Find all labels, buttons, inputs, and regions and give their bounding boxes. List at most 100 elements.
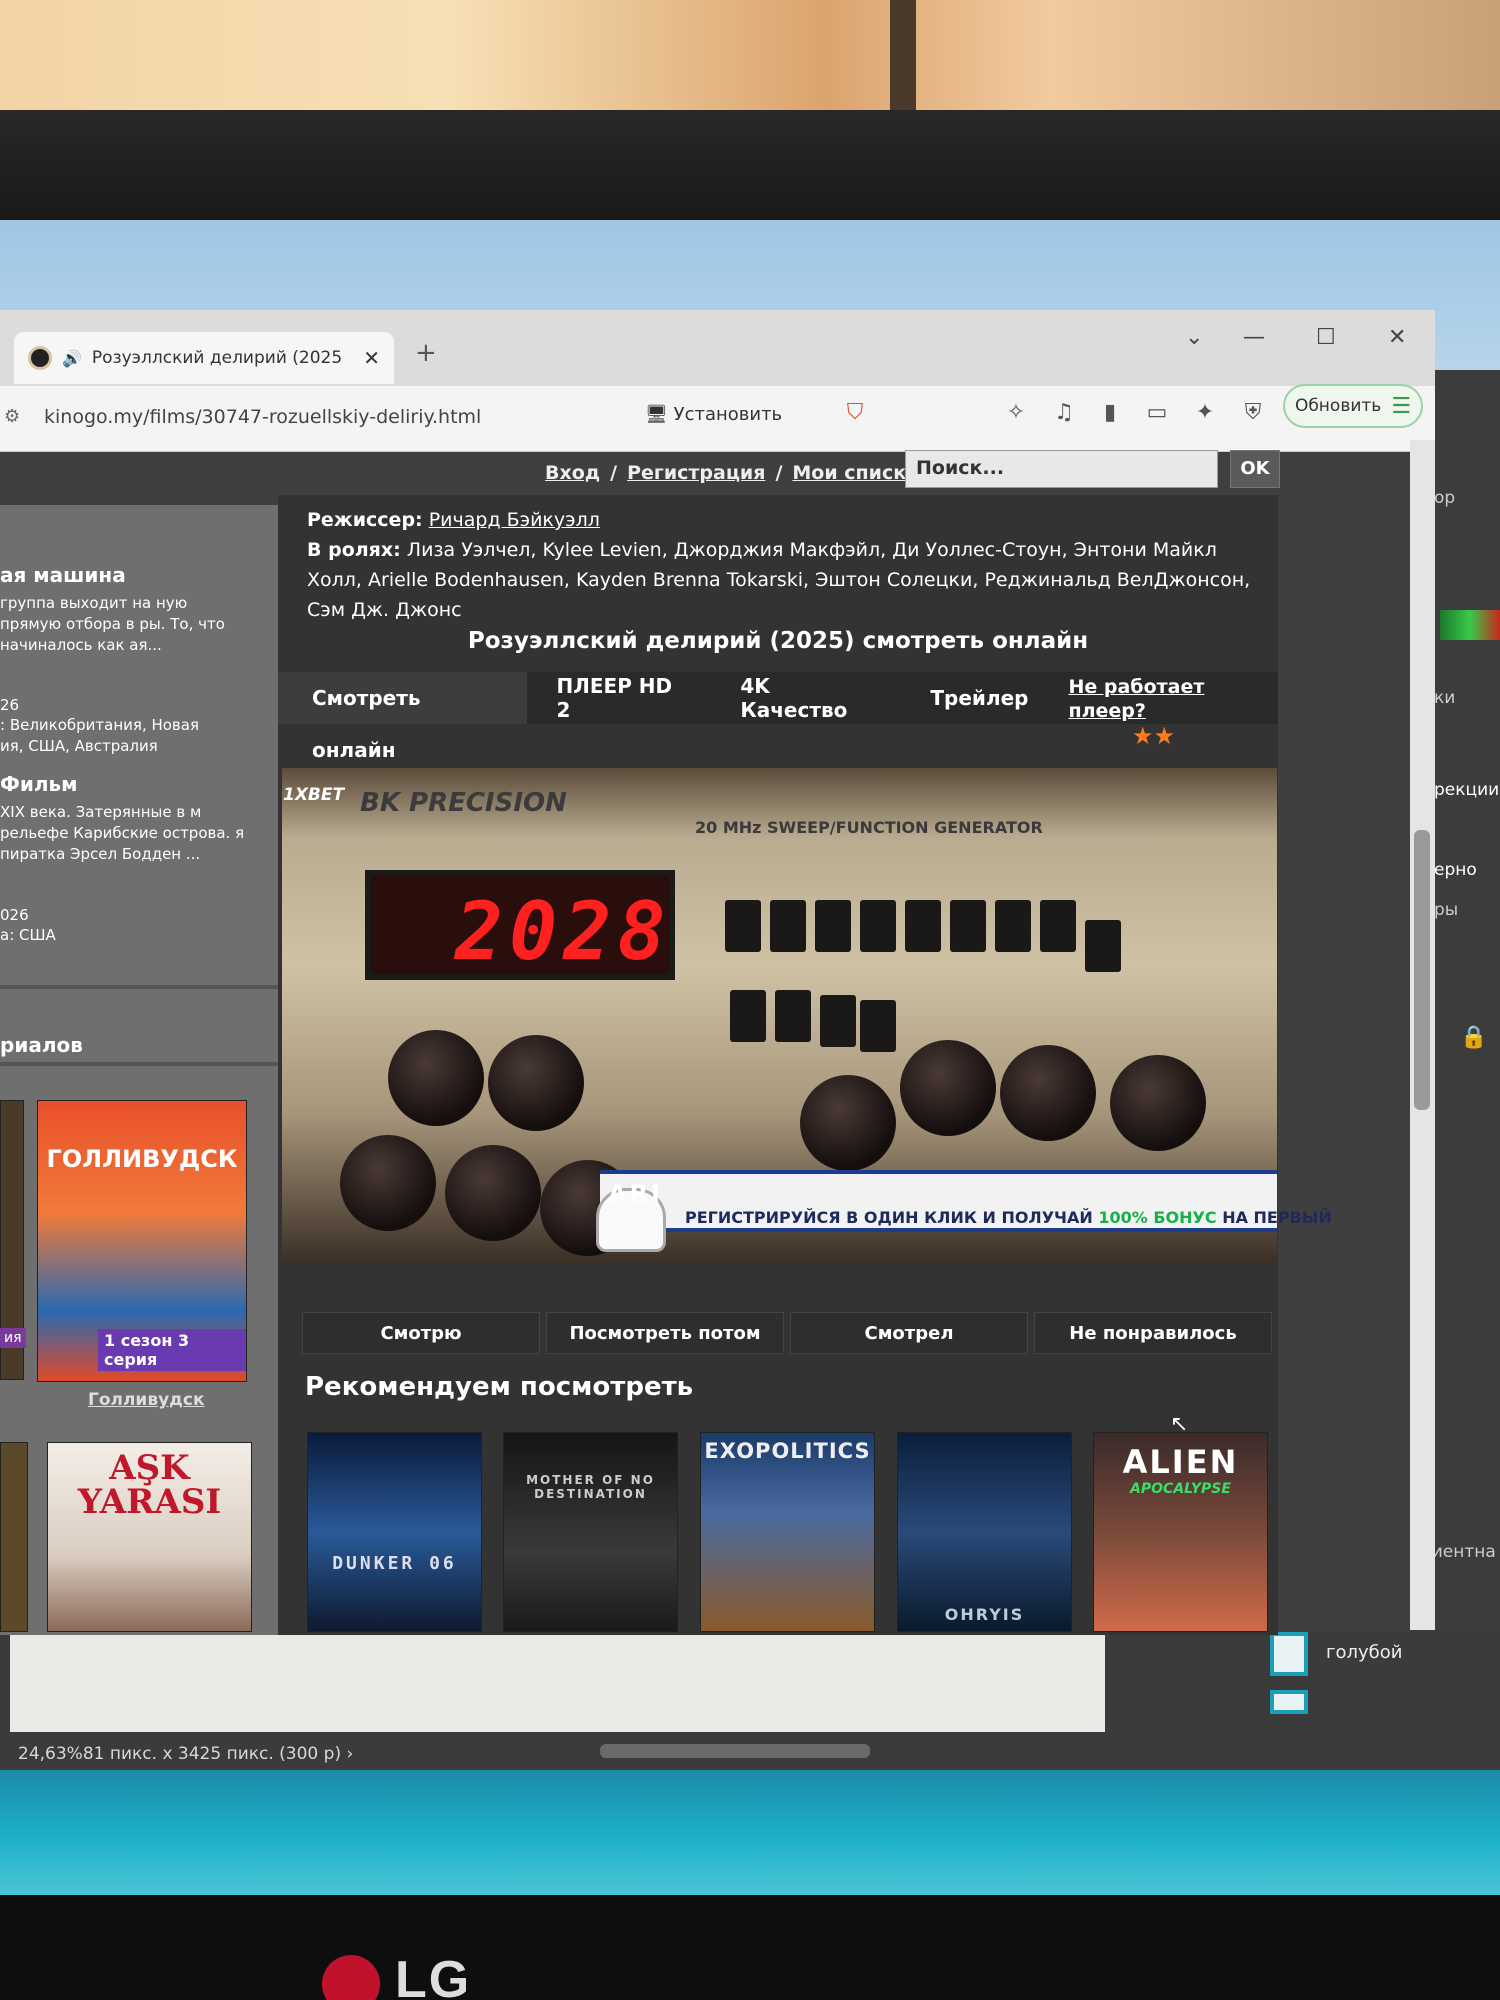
device-key: [860, 1000, 896, 1052]
device-knob: [1000, 1045, 1096, 1141]
page-title: Розуэллский делирий (2025) смотреть онла…: [467, 628, 1089, 654]
poster-caption-link[interactable]: Голливудск: [88, 1390, 205, 1410]
sidebar-item-title[interactable]: Фильм: [0, 772, 78, 796]
recommend-card[interactable]: MOTHER OF NO DESTINATION: [503, 1432, 678, 1632]
recommend-title: EXOPOLITICS: [704, 1439, 871, 1463]
banner-text-b: НА ПЕРВЫЙ: [1222, 1208, 1332, 1227]
device-knob: [800, 1075, 896, 1171]
poster-ask-yarasi[interactable]: AŞK YARASI: [47, 1442, 252, 1632]
device-knob: [900, 1040, 996, 1136]
led-digits: 2028: [455, 885, 672, 978]
register-link[interactable]: Регистрация: [627, 462, 765, 484]
zoom-level[interactable]: 24,63%: [18, 1744, 83, 1764]
shield-icon[interactable]: ⛉: [840, 398, 870, 428]
recommend-title: MOTHER OF NO DESTINATION: [526, 1473, 655, 1501]
ai-star-icon[interactable]: ✦: [1190, 398, 1220, 428]
panel-item[interactable]: ры: [1434, 900, 1458, 920]
recommend-card[interactable]: OHRYIS: [897, 1432, 1072, 1632]
watching-button[interactable]: Смотрю: [302, 1312, 540, 1354]
tab-title: Розуэллский делирий (2025: [91, 348, 343, 368]
horizontal-scrollbar[interactable]: [600, 1744, 870, 1758]
tab-watch-online[interactable]: Смотреть онлайн: [278, 672, 527, 762]
sidebar-icon[interactable]: ▮: [1095, 398, 1125, 428]
banner-bonus: 100% БОНУС: [1098, 1208, 1217, 1227]
tab-player-hd2[interactable]: ПЛЕЕР HD 2: [527, 674, 711, 722]
recommend-card[interactable]: ALIEN APOCALYPSE: [1093, 1432, 1268, 1632]
page-scroll-thumb[interactable]: [1414, 830, 1430, 1110]
film-credits: Режиссер: Ричард Бэйкуэлл В ролях: Лиза …: [307, 505, 1272, 625]
document-canvas[interactable]: [10, 1632, 1105, 1732]
panel-tab[interactable]: рекции: [1434, 780, 1499, 800]
device-knob: [388, 1030, 484, 1126]
recommend-card[interactable]: EXOPOLITICS: [700, 1432, 875, 1632]
wallet-icon[interactable]: ▭: [1142, 398, 1172, 428]
sidebar-item-text: группа выходит на ную прямую отбора в ры…: [0, 594, 225, 654]
watch-later-button[interactable]: Посмотреть потом: [546, 1312, 784, 1354]
install-app-button[interactable]: 🖥 Установить: [645, 404, 782, 425]
update-button[interactable]: Обновить ☰: [1283, 384, 1423, 428]
player-help-link[interactable]: Не работает плеер?: [1068, 676, 1204, 722]
vpn-icon[interactable]: ⛨: [1238, 398, 1268, 428]
poster-hollywoodsk[interactable]: ГОЛЛИВУДСК 1 сезон 3 серия: [37, 1100, 247, 1382]
search-input[interactable]: Поиск...: [905, 450, 1218, 488]
director-link[interactable]: Ричард Бэйкуэлл: [429, 509, 600, 531]
device-key: [860, 900, 896, 952]
music-icon[interactable]: ♫: [1049, 398, 1079, 428]
recommend-card[interactable]: DUNKER 06: [307, 1432, 482, 1632]
device-key: [1040, 900, 1076, 952]
sidebar-item-title[interactable]: ая машина: [0, 563, 126, 587]
search-button[interactable]: OK: [1230, 450, 1280, 488]
device-key: [730, 990, 766, 1042]
recommend-subtitle: APOCALYPSE: [1130, 1481, 1231, 1497]
chevron-down-icon[interactable]: ⌄: [1185, 325, 1203, 350]
close-window-icon[interactable]: ✕: [1388, 325, 1406, 350]
device-brand: BK PRECISION: [360, 788, 567, 818]
tab-trailer[interactable]: Трейлер: [900, 686, 1058, 710]
user-nav: Вход / Регистрация / Мои списки: [545, 462, 919, 484]
device-key: [995, 900, 1031, 952]
my-lists-link[interactable]: Мои списки: [792, 462, 919, 484]
poster-thumbnail[interactable]: [0, 1442, 28, 1632]
disliked-button[interactable]: Не понравилось: [1034, 1312, 1272, 1354]
tab-4k-quality[interactable]: 4K Качество: [710, 674, 900, 722]
new-tab-icon[interactable]: +: [415, 338, 437, 368]
site-settings-icon[interactable]: ⚙: [4, 406, 20, 427]
episode-badge: 1 сезон 3 серия: [98, 1329, 246, 1371]
browser-tab[interactable]: 🔊 Розуэллский делирий (2025 ✕: [14, 332, 394, 384]
color-swatch[interactable]: [1270, 1690, 1308, 1714]
close-tab-icon[interactable]: ✕: [363, 346, 380, 370]
device-key: [815, 900, 851, 952]
color-swatch[interactable]: [1270, 1632, 1308, 1676]
banner-text-a: РЕГИСТРИРУЙСЯ В ОДИН КЛИК И ПОЛУЧАЙ: [685, 1208, 1093, 1227]
doc-size: 81 пикс. x 3425 пикс. (300 р): [82, 1744, 342, 1764]
url-field[interactable]: kinogo.my/films/30747-rozuellskiy-deliri…: [44, 406, 481, 428]
panel-item: ор: [1434, 488, 1456, 508]
lock-icon[interactable]: 🔒: [1460, 1025, 1487, 1050]
update-label: Обновить: [1294, 396, 1382, 416]
sidebar-item-country: а: США: [0, 926, 56, 944]
nav-separator: /: [775, 462, 783, 484]
rating-stars[interactable]: ★★: [1132, 722, 1175, 750]
device-title: 20 MHz SWEEP/FUNCTION GENERATOR: [695, 818, 1043, 837]
panel-item[interactable]: ерно: [1434, 860, 1477, 880]
section-heading: риалов: [0, 1033, 83, 1057]
device-key: [775, 990, 811, 1042]
recommend-title: DUNKER 06: [332, 1553, 457, 1574]
taskbar-area: [0, 1770, 1500, 1900]
extensions-icon[interactable]: ✧: [1001, 398, 1031, 428]
speaker-icon[interactable]: 🔊: [62, 349, 82, 368]
panel-item: ки: [1434, 688, 1456, 708]
sidebar-item-country: : Великобритания, Новая ия, США, Австрал…: [0, 716, 199, 755]
minimize-icon[interactable]: —: [1243, 325, 1265, 350]
install-label: Установить: [673, 404, 783, 425]
banner-text: РЕГИСТРИРУЙСЯ В ОДИН КЛИК И ПОЛУЧАЙ 100%…: [685, 1208, 1332, 1227]
login-link[interactable]: Вход: [545, 462, 600, 484]
maximize-icon[interactable]: ☐: [1316, 325, 1336, 350]
menu-icon[interactable]: ☰: [1391, 394, 1411, 419]
watched-button[interactable]: Смотрел: [790, 1312, 1028, 1354]
swatch-label: голубой: [1326, 1642, 1403, 1663]
monitor-bezel-bottom: [0, 1895, 1500, 2000]
monitor-icon: 🖥: [645, 404, 668, 425]
device-key: [770, 900, 806, 952]
histogram: [1440, 610, 1500, 640]
